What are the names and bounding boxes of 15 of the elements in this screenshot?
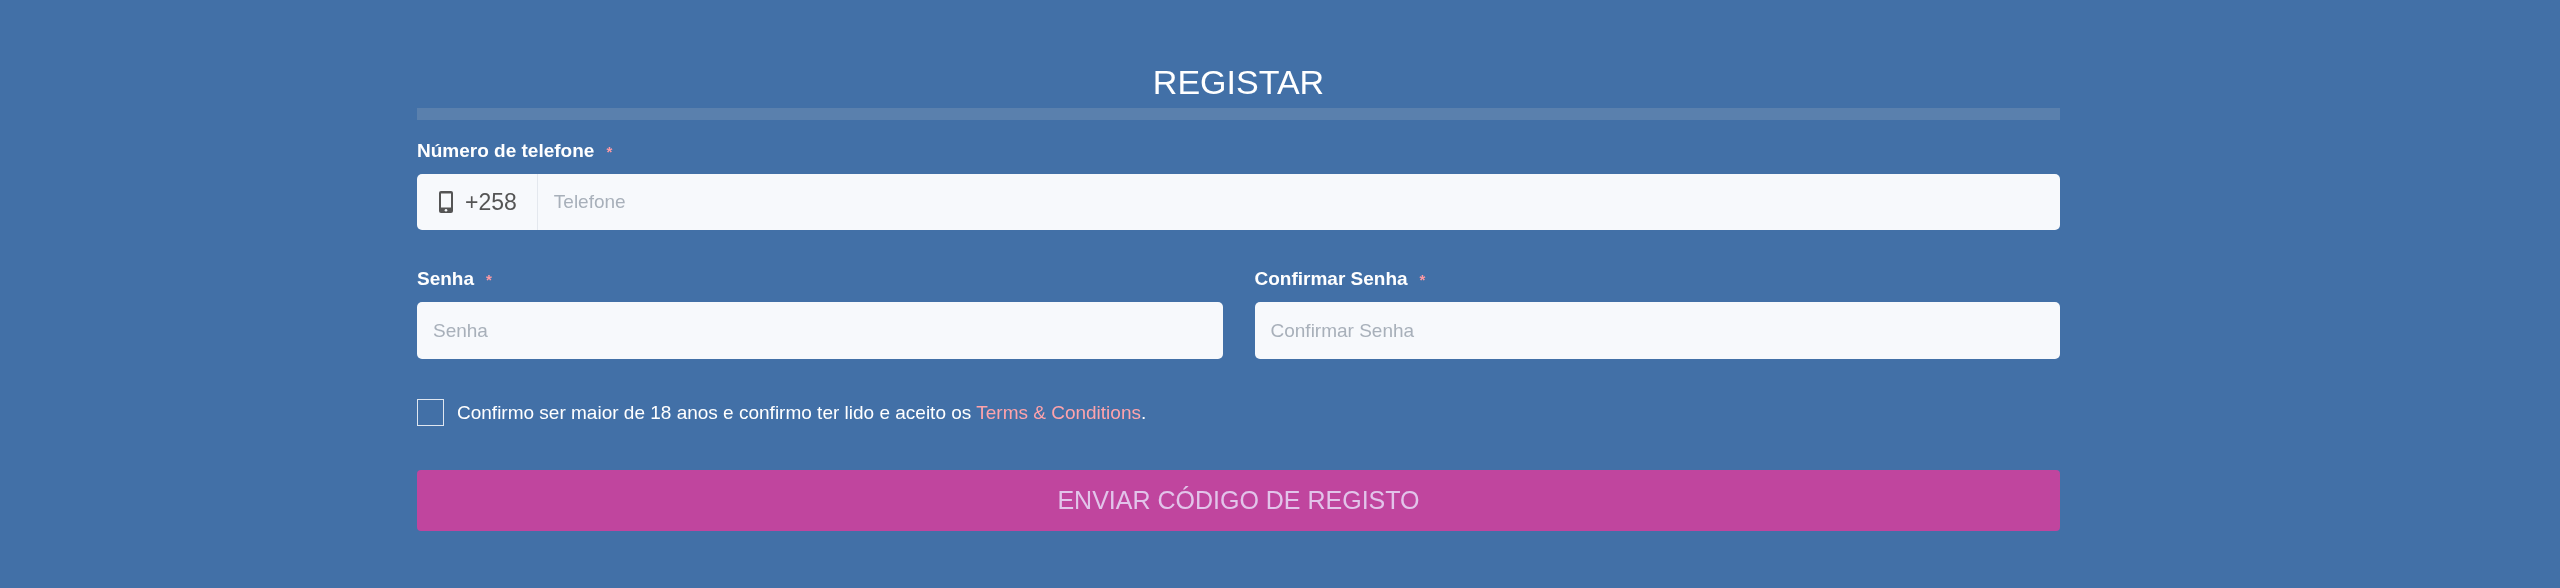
phone-field[interactable]: Telefone (537, 174, 2060, 230)
field-label: Confirmar Senha (1254, 268, 1408, 290)
terms-link[interactable]: Terms & Conditions (976, 401, 1141, 423)
password-field[interactable]: Senha (417, 302, 1223, 359)
form-title: REGISTAR (1152, 62, 1325, 103)
required-mark: * (606, 142, 613, 160)
password-field[interactable]: Confirmar Senha (1254, 302, 2060, 359)
consent-text: Confirmo ser maior de 18 anos e confirmo ter lido e aceito os Terms & Conditions. (457, 401, 1147, 424)
phone-icon (439, 191, 453, 213)
required-mark: * (1419, 270, 1426, 288)
required-mark: * (486, 270, 492, 288)
checkbox[interactable] (417, 399, 444, 426)
country-code-selector[interactable]: +258 (417, 174, 538, 230)
field-label: Senha (417, 268, 475, 290)
field-label: Número de telefone (417, 140, 595, 162)
